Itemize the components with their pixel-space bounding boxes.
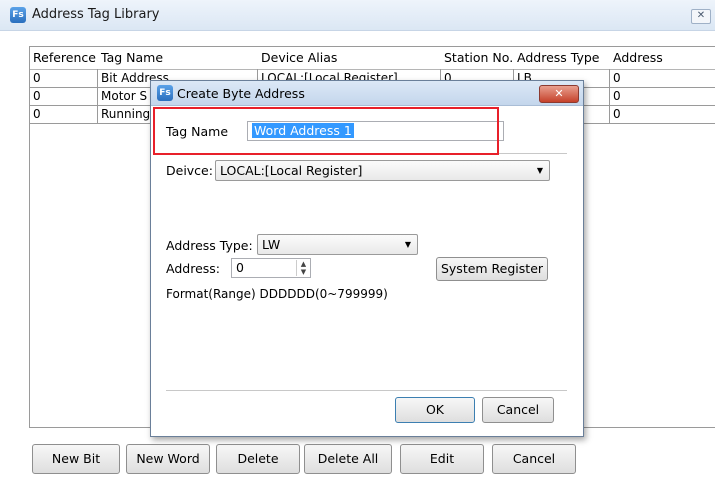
window-title: Address Tag Library bbox=[32, 7, 160, 22]
col-device-alias[interactable]: Device Alias bbox=[258, 47, 441, 69]
app-icon: Fs bbox=[157, 85, 173, 101]
dialog-close-button[interactable]: ✕ bbox=[539, 85, 579, 103]
edit-button[interactable]: Edit bbox=[400, 444, 484, 474]
new-word-button[interactable]: New Word bbox=[126, 444, 210, 474]
new-bit-button[interactable]: New Bit bbox=[32, 444, 120, 474]
cell-reference: 0 bbox=[33, 71, 41, 85]
dropdown-arrow-icon: ▼ bbox=[536, 166, 543, 175]
address-type-label: Address Type: bbox=[166, 238, 253, 253]
device-label: Deivce: bbox=[166, 163, 213, 178]
cell-address: 0 bbox=[613, 71, 621, 85]
highlight-box bbox=[153, 107, 499, 155]
col-reference[interactable]: Reference bbox=[30, 47, 98, 69]
stepper-arrows-icon[interactable]: ▲ ▼ bbox=[296, 260, 310, 276]
col-station-no[interactable]: Station No. bbox=[441, 47, 514, 69]
dialog-titlebar: Fs Create Byte Address ✕ bbox=[151, 81, 583, 106]
col-tag-name[interactable]: Tag Name bbox=[98, 47, 258, 69]
col-address[interactable]: Address bbox=[610, 47, 710, 69]
address-label: Address: bbox=[166, 261, 220, 276]
system-register-button[interactable]: System Register bbox=[436, 257, 548, 281]
address-type-value: LW bbox=[262, 237, 281, 252]
delete-button[interactable]: Delete bbox=[216, 444, 300, 474]
device-select[interactable]: LOCAL:[Local Register] ▼ bbox=[215, 160, 550, 181]
cancel-button[interactable]: Cancel bbox=[492, 444, 576, 474]
cell-address: 0 bbox=[613, 89, 621, 103]
ok-button[interactable]: OK bbox=[395, 397, 475, 423]
table-header: Reference Tag Name Device Alias Station … bbox=[30, 47, 715, 70]
dropdown-arrow-icon: ▼ bbox=[404, 240, 411, 249]
col-address-type[interactable]: Address Type bbox=[514, 47, 610, 69]
window-close-button[interactable]: ✕ bbox=[691, 9, 711, 24]
divider bbox=[166, 390, 567, 391]
app-icon: Fs bbox=[10, 7, 26, 23]
cell-reference: 0 bbox=[33, 107, 41, 121]
format-range-text: Format(Range) DDDDDD(0~799999) bbox=[166, 287, 388, 301]
cell-address: 0 bbox=[613, 107, 621, 121]
address-stepper[interactable]: 0 ▲ ▼ bbox=[231, 258, 311, 278]
cell-reference: 0 bbox=[33, 89, 41, 103]
address-value: 0 bbox=[236, 260, 244, 275]
delete-all-button[interactable]: Delete All bbox=[304, 444, 392, 474]
address-type-select[interactable]: LW ▼ bbox=[257, 234, 418, 255]
dialog-cancel-button[interactable]: Cancel bbox=[482, 397, 554, 423]
device-value: LOCAL:[Local Register] bbox=[220, 163, 363, 178]
dialog-title: Create Byte Address bbox=[177, 86, 305, 101]
window-titlebar: Fs Address Tag Library ✕ bbox=[0, 0, 715, 31]
